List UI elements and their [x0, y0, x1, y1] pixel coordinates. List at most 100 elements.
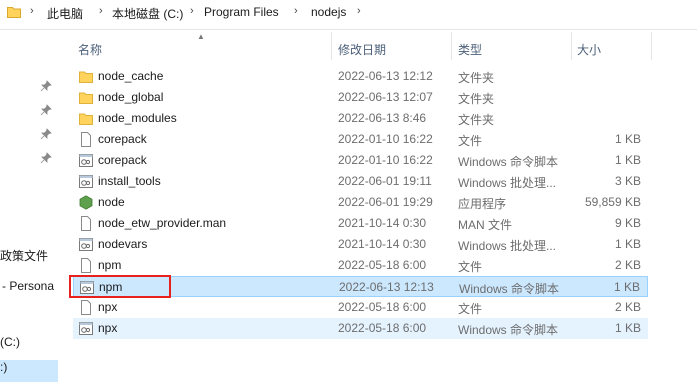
file-type: 文件夹: [458, 113, 495, 127]
file-type: 文件: [458, 302, 483, 316]
file-row[interactable]: node_etw_provider.man 2021-10-14 0:30 MA…: [73, 213, 648, 234]
node-hexagon-icon: [79, 195, 93, 210]
file-type: 文件: [458, 260, 483, 274]
file-date: 2022-06-13 12:12: [338, 69, 433, 83]
file-type: 应用程序: [458, 197, 507, 211]
file-name: install_tools: [98, 174, 161, 188]
file-date: 2022-06-13 12:13: [339, 280, 434, 294]
file-date: 2022-06-13 8:46: [338, 111, 427, 125]
file-date: 2022-05-18 6:00: [338, 258, 427, 272]
file-name: node_cache: [98, 69, 164, 83]
pin-icon[interactable]: [40, 152, 52, 164]
column-header-name[interactable]: 名称: [78, 41, 102, 58]
file-type: Windows 命令脚本: [459, 282, 560, 296]
file-type: 文件: [458, 134, 483, 148]
chevron-right-icon[interactable]: ›: [99, 5, 109, 19]
file-row[interactable]: npx 2022-05-18 6:00 Windows 命令脚本 1 KB: [73, 318, 648, 339]
chevron-right-icon: ›: [30, 5, 34, 17]
file-size: 1 KB: [614, 321, 641, 335]
column-header-type[interactable]: 类型: [458, 41, 482, 58]
file-size: 1 KB: [614, 132, 641, 146]
file-date: 2022-01-10 16:22: [338, 132, 433, 146]
file-type: MAN 文件: [458, 218, 513, 232]
breadcrumb-local-disk[interactable]: 本地磁盘 (C:): [112, 5, 183, 21]
file-date: 2022-06-01 19:29: [338, 195, 433, 209]
script-gear-icon: [79, 175, 93, 188]
file-size: 1 KB: [614, 153, 641, 167]
file-row[interactable]: node 2022-06-01 19:29 应用程序 59,859 KB: [73, 192, 648, 213]
file-icon: [81, 216, 91, 231]
breadcrumb-this-pc[interactable]: 此电脑: [47, 5, 83, 21]
file-row[interactable]: corepack 2022-01-10 16:22 Windows 命令脚本 1…: [73, 150, 648, 171]
file-date: 2022-01-10 16:22: [338, 153, 433, 167]
file-size: 9 KB: [614, 216, 641, 230]
file-type: Windows 命令脚本: [458, 323, 559, 337]
sort-up-icon: ▲: [197, 32, 205, 41]
file-row[interactable]: corepack 2022-01-10 16:22 文件 1 KB: [73, 129, 648, 150]
pin-icon[interactable]: [40, 128, 52, 140]
nav-item-drive-c[interactable]: (C:): [0, 335, 20, 349]
file-type: Windows 批处理...: [458, 239, 557, 253]
chevron-right-icon[interactable]: ›: [357, 5, 367, 19]
pin-icon[interactable]: [40, 104, 52, 116]
column-divider[interactable]: [571, 32, 572, 60]
chevron-right-icon[interactable]: ›: [190, 5, 200, 19]
file-explorer-window: › 此电脑 › 本地磁盘 (C:) › Program Files › node…: [0, 0, 697, 389]
script-gear-icon: [79, 154, 93, 167]
column-divider[interactable]: [651, 32, 652, 60]
file-name: node_modules: [98, 111, 177, 125]
nav-item-personal[interactable]: - Persona: [2, 279, 54, 293]
file-name: npx: [98, 321, 118, 335]
file-size: 3 KB: [614, 174, 641, 188]
file-name: node_global: [98, 90, 164, 104]
file-date: 2021-10-14 0:30: [338, 216, 427, 230]
file-date: 2022-06-01 19:11: [338, 174, 432, 188]
pin-icon[interactable]: [40, 80, 52, 92]
navigation-pane: 政策文件 - Persona (C:) :): [0, 30, 58, 389]
script-gear-icon: [79, 322, 93, 335]
file-size: 2 KB: [614, 300, 641, 314]
file-name: corepack: [98, 132, 147, 146]
nav-item-policy-files[interactable]: 政策文件: [0, 247, 48, 264]
file-name: npm: [98, 258, 122, 272]
column-divider[interactable]: [451, 32, 452, 60]
file-row[interactable]: node_cache 2022-06-13 12:12 文件夹: [73, 66, 648, 87]
file-date: 2022-06-13 12:07: [338, 90, 433, 104]
file-row[interactable]: nodevars 2021-10-14 0:30 Windows 批处理... …: [73, 234, 648, 255]
file-name: node: [98, 195, 125, 209]
column-header-date[interactable]: 修改日期: [338, 41, 386, 58]
file-row[interactable]: node_global 2022-06-13 12:07 文件夹: [73, 87, 648, 108]
file-type: Windows 命令脚本: [458, 155, 559, 169]
folder-icon: [79, 113, 93, 125]
file-size: 59,859 KB: [584, 195, 641, 209]
file-icon: [81, 258, 91, 273]
folder-icon: [7, 7, 21, 18]
file-icon: [81, 300, 91, 315]
highlight-annotation-box: [69, 275, 171, 298]
file-date: 2021-10-14 0:30: [338, 237, 427, 251]
column-header-size[interactable]: 大小: [577, 41, 601, 58]
file-size: 1 KB: [613, 280, 640, 294]
address-bar[interactable]: › 此电脑 › 本地磁盘 (C:) › Program Files › node…: [0, 0, 697, 30]
file-size: 1 KB: [614, 237, 641, 251]
file-name: nodevars: [98, 237, 148, 251]
file-type: 文件夹: [458, 92, 495, 106]
breadcrumb-program-files[interactable]: Program Files: [204, 5, 279, 21]
folder-icon: [79, 92, 93, 104]
file-size: 2 KB: [614, 258, 641, 272]
file-type: 文件夹: [458, 71, 495, 85]
file-row[interactable]: node_modules 2022-06-13 8:46 文件夹: [73, 108, 648, 129]
nav-item-drive-d[interactable]: :): [0, 360, 7, 374]
file-row[interactable]: install_tools 2022-06-01 19:11 Windows 批…: [73, 171, 648, 192]
file-name: corepack: [98, 153, 147, 167]
file-date: 2022-05-18 6:00: [338, 300, 427, 314]
file-row[interactable]: npm 2022-05-18 6:00 文件 2 KB: [73, 255, 648, 276]
file-icon: [81, 132, 91, 147]
chevron-right-icon[interactable]: ›: [294, 5, 304, 19]
file-type: Windows 批处理...: [458, 176, 557, 190]
file-name: npx: [98, 300, 118, 314]
column-divider[interactable]: [331, 32, 332, 60]
file-row[interactable]: npx 2022-05-18 6:00 文件 2 KB: [73, 297, 648, 318]
script-gear-icon: [79, 238, 93, 251]
breadcrumb-nodejs[interactable]: nodejs: [311, 5, 346, 21]
